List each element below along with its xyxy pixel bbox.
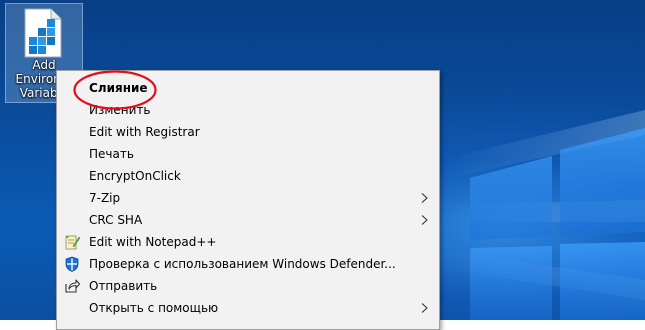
chevron-right-icon	[421, 215, 428, 225]
menu-item-edit-with-registrar[interactable]: Edit with Registrar	[57, 121, 439, 143]
menu-item-label: EncryptOnClick	[89, 169, 181, 183]
menu-item-label: Открыть с помощью	[89, 301, 219, 315]
menu-item-label: Изменить	[89, 103, 151, 117]
menu-item-merge[interactable]: Слияние	[57, 77, 439, 99]
menu-item-edit-with-notepad-plus-plus[interactable]: Edit with Notepad++	[57, 231, 439, 253]
menu-item-crc-sha[interactable]: CRC SHA	[57, 209, 439, 231]
menu-item-label: Edit with Registrar	[89, 125, 200, 139]
menu-item-label: Отправить	[89, 279, 158, 293]
menu-item-edit[interactable]: Изменить	[57, 99, 439, 121]
context-menu: Слияние Изменить Edit with Registrar Печ…	[56, 70, 440, 330]
menu-item-label: Печать	[89, 147, 134, 161]
menu-item-label: 7-Zip	[89, 191, 121, 205]
chevron-right-icon	[421, 193, 428, 203]
menu-item-encryptonclick[interactable]: EncryptOnClick	[57, 165, 439, 187]
menu-item-label: CRC SHA	[89, 213, 143, 227]
menu-item-label: Edit with Notepad++	[89, 235, 217, 249]
menu-item-print[interactable]: Печать	[57, 143, 439, 165]
registry-file-icon	[24, 8, 62, 58]
share-icon	[65, 279, 80, 293]
menu-item-7zip[interactable]: 7-Zip	[57, 187, 439, 209]
menu-item-send-to[interactable]: Отправить	[57, 275, 439, 297]
notepad-plus-plus-icon	[65, 235, 80, 250]
menu-item-open-with[interactable]: Открыть с помощью	[57, 297, 439, 319]
windows-defender-icon	[65, 256, 79, 272]
menu-item-label: Проверка с использованием Windows Defend…	[89, 257, 396, 271]
menu-item-label: Слияние	[89, 81, 148, 95]
chevron-right-icon	[421, 303, 428, 313]
menu-item-scan-with-windows-defender[interactable]: Проверка с использованием Windows Defend…	[57, 253, 439, 275]
